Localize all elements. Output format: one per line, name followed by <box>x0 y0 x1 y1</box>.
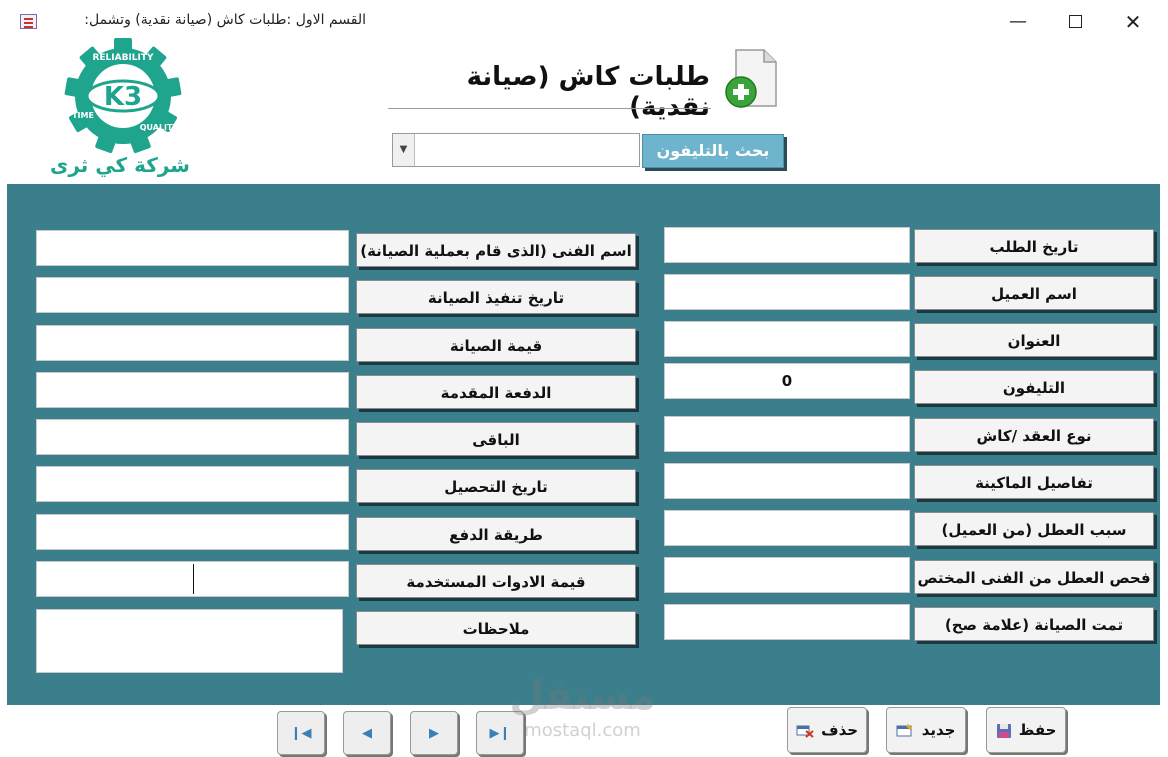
field-payment-method[interactable] <box>36 514 349 550</box>
field-notes[interactable] <box>36 609 343 673</box>
company-name: شركة كي ثرى <box>50 153 190 177</box>
logo-ring-left: TIME <box>72 111 94 120</box>
first-record-icon: ❙◀ <box>290 726 312 741</box>
previous-record-icon: ◀ <box>362 726 372 741</box>
search-by-phone-button[interactable]: بحث بالتليفون <box>642 134 784 168</box>
label-request-date[interactable]: تاريخ الطلب <box>914 229 1154 263</box>
label-tools-value[interactable]: قيمة الادوات المستخدمة <box>356 564 636 598</box>
logo-ring-right: QUALITY <box>140 123 179 132</box>
field-maintenance-done[interactable] <box>664 604 910 640</box>
text-caret <box>193 564 194 594</box>
label-fault-inspection[interactable]: فحص العطل من الفنى المختص <box>914 560 1154 594</box>
field-maintenance-value[interactable] <box>36 325 349 361</box>
delete-icon <box>796 725 814 738</box>
field-address[interactable] <box>664 321 910 357</box>
label-notes[interactable]: ملاحظات <box>356 611 636 645</box>
label-maintenance-value[interactable]: قيمة الصيانة <box>356 328 636 362</box>
logo-text: K3 <box>104 82 142 112</box>
chevron-down-icon[interactable]: ▼ <box>393 134 415 166</box>
save-icon <box>996 723 1011 738</box>
new-record-icon <box>896 723 913 736</box>
next-record-icon: ▶ <box>429 726 439 741</box>
field-customer-name[interactable] <box>664 274 910 310</box>
minimize-button[interactable]: — <box>1004 8 1032 36</box>
label-remaining[interactable]: الباقى <box>356 422 636 456</box>
field-down-payment[interactable] <box>36 372 349 408</box>
watermark-latin: mostaql.com <box>524 720 641 741</box>
close-button[interactable]: ✕ <box>1119 8 1147 36</box>
first-record-button[interactable]: ❙◀ <box>277 711 325 755</box>
label-payment-method[interactable]: طريقة الدفع <box>356 517 636 551</box>
label-down-payment[interactable]: الدفعة المقدمة <box>356 375 636 409</box>
phone-search-input[interactable] <box>415 134 639 166</box>
field-machine-details[interactable] <box>664 463 910 499</box>
maximize-button[interactable] <box>1061 8 1089 36</box>
save-button[interactable]: حفظ <box>986 707 1066 753</box>
field-collection-date[interactable] <box>36 466 349 502</box>
form-icon <box>20 14 37 29</box>
page-title: طلبات كاش (صيانة نقدية) <box>466 62 710 122</box>
label-collection-date[interactable]: تاريخ التحصيل <box>356 469 636 503</box>
field-fault-reason[interactable] <box>664 510 910 546</box>
field-contract-type[interactable] <box>664 416 910 452</box>
field-remaining[interactable] <box>36 419 349 455</box>
field-execution-date[interactable] <box>36 277 349 313</box>
label-contract-type[interactable]: نوع العقد /كاش <box>914 418 1154 452</box>
label-execution-date[interactable]: تاريخ تنفيذ الصيانة <box>356 280 636 314</box>
label-address[interactable]: العنوان <box>914 323 1154 357</box>
maximize-icon <box>1068 15 1082 28</box>
previous-record-button[interactable]: ◀ <box>343 711 391 755</box>
field-request-date[interactable] <box>664 227 910 263</box>
form-window: القسم الاول :طلبات كاش (صيانة نقدية) وتش… <box>0 0 1168 757</box>
next-record-button[interactable]: ▶ <box>410 711 458 755</box>
field-fault-inspection[interactable] <box>664 557 910 593</box>
label-fault-reason[interactable]: سبب العطل (من العميل) <box>914 512 1154 546</box>
label-customer-name[interactable]: اسم العميل <box>914 276 1154 310</box>
label-phone[interactable]: التليفون <box>914 370 1154 404</box>
phone-search-combo[interactable]: ▼ <box>392 133 640 167</box>
new-record-button[interactable]: جديد <box>886 707 966 753</box>
add-document-icon <box>725 49 777 108</box>
field-technician-name[interactable] <box>36 230 349 266</box>
last-record-button[interactable]: ▶❙ <box>476 711 524 755</box>
label-maintenance-done[interactable]: تمت الصيانة (علامة صح) <box>914 607 1154 641</box>
label-technician-name[interactable]: اسم الفنى (الذى قام بعملية الصيانة) <box>356 233 636 267</box>
logo-ring-top: RELIABILITY <box>92 53 154 63</box>
delete-button[interactable]: حذف <box>787 707 867 753</box>
label-machine-details[interactable]: تفاصيل الماكينة <box>914 465 1154 499</box>
field-phone[interactable] <box>664 363 910 399</box>
title-underline <box>388 108 711 109</box>
last-record-icon: ▶❙ <box>489 726 511 741</box>
window-title: القسم الاول :طلبات كاش (صيانة نقدية) وتش… <box>84 12 366 28</box>
